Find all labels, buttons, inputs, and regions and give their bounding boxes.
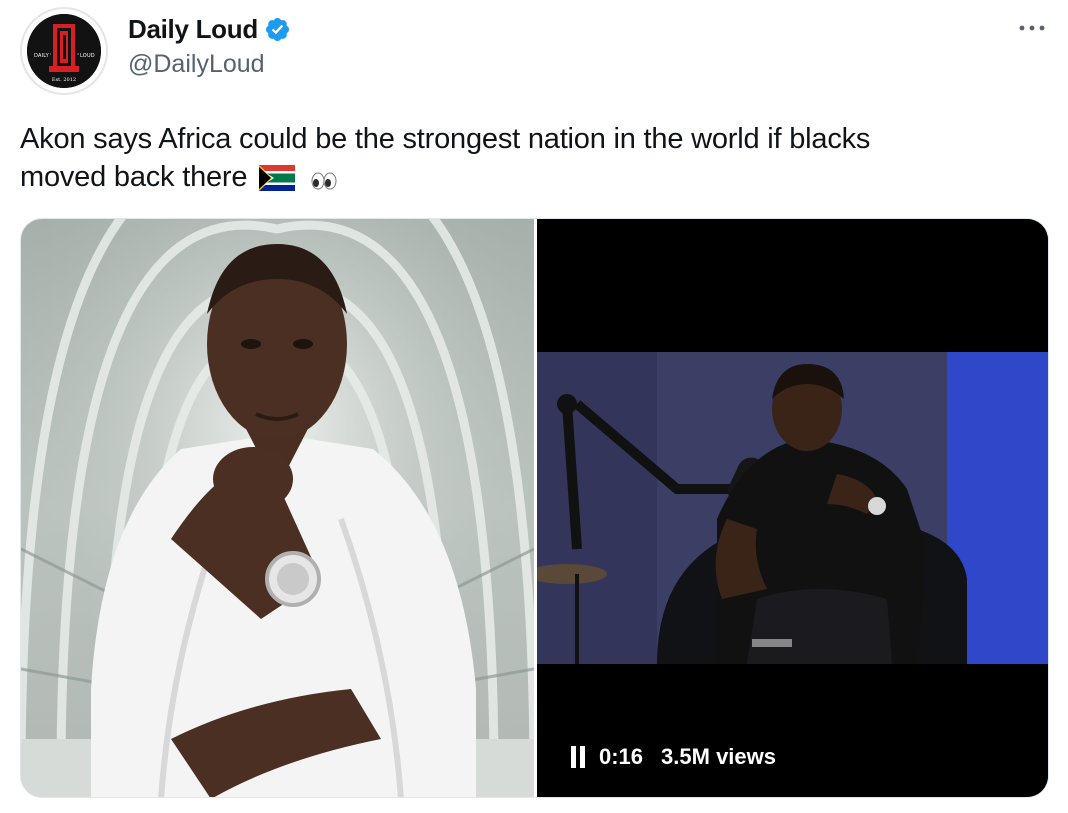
tweet-text-line-2-text: moved back there: [20, 161, 248, 193]
pause-icon[interactable]: [571, 746, 585, 768]
south-africa-flag-icon: [255, 159, 296, 197]
author-display-name[interactable]: Daily Loud: [128, 14, 258, 45]
tweet-text-line-2: moved back there: [20, 158, 1050, 197]
tweet[interactable]: DAILY LOUD Est. 2012 Daily Loud @DailyLo…: [0, 0, 1068, 813]
daily-loud-logo-icon: DAILY LOUD Est. 2012: [27, 14, 101, 88]
video-timestamp: 0:16: [599, 744, 644, 769]
tweet-text: Akon says Africa could be the strongest …: [20, 120, 1050, 197]
video-view-count: 3.5M views: [661, 744, 776, 769]
photo-attachment[interactable]: [21, 219, 534, 797]
avatar-est-text: Est. 2012: [51, 77, 77, 83]
eyes-icon: [303, 159, 339, 197]
more-options-icon[interactable]: [1016, 18, 1048, 38]
author-handle[interactable]: @DailyLoud: [128, 50, 265, 79]
video-overlay: 0:16 3.5M views: [571, 741, 776, 773]
verified-badge-icon[interactable]: [264, 16, 291, 43]
media-grid[interactable]: 0:16 3.5M views: [20, 218, 1049, 798]
avatar-right-text: LOUD: [79, 53, 96, 59]
author-name-row[interactable]: Daily Loud: [128, 12, 291, 46]
avatar-left-text: DAILY: [33, 53, 50, 59]
video-player[interactable]: 0:16 3.5M views: [537, 219, 1048, 797]
avatar[interactable]: DAILY LOUD Est. 2012: [20, 7, 108, 95]
tweet-text-line-1: Akon says Africa could be the strongest …: [20, 123, 871, 155]
